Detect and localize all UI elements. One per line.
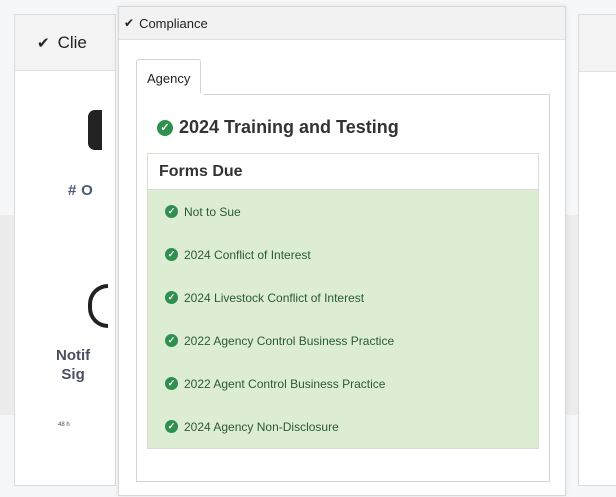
check-circle-icon: ✓ (165, 291, 178, 304)
tab-agency[interactable]: Agency (136, 59, 202, 95)
form-item-label: 2022 Agent Control Business Practice (184, 376, 386, 391)
background-right-panel (578, 14, 616, 486)
form-item-agent-control[interactable]: ✓ 2022 Agent Control Business Practice (148, 362, 538, 405)
check-circle-icon: ✓ (165, 248, 178, 261)
form-item-conflict-of-interest[interactable]: ✓ 2024 Conflict of Interest (148, 233, 538, 276)
check-circle-icon: ✓ (165, 205, 178, 218)
checkmark-icon: ✔ (124, 16, 135, 30)
form-item-not-to-sue[interactable]: ✓ Not to Sue (148, 190, 538, 233)
form-item-label: 2024 Livestock Conflict of Interest (184, 290, 365, 305)
check-circle-icon: ✓ (165, 334, 178, 347)
background-right-panel-header (579, 15, 616, 72)
background-stat-icon (88, 110, 102, 150)
modal-title: Compliance (139, 15, 208, 31)
form-item-livestock-conflict[interactable]: ✓ 2024 Livestock Conflict of Interest (148, 276, 538, 319)
check-circle-icon: ✓ (157, 119, 173, 136)
form-item-agency-control[interactable]: ✓ 2022 Agency Control Business Practice (148, 319, 538, 362)
forms-due-card: Forms Due ✓ Not to Sue ✓ 2024 Conflict o… (147, 153, 539, 449)
tab-bar: Agency (136, 59, 202, 95)
form-item-non-disclosure[interactable]: ✓ 2024 Agency Non-Disclosure (148, 405, 538, 448)
background-stat-label: # O (68, 182, 94, 199)
background-client-panel: ✔ Clie (14, 14, 116, 486)
background-notification-label: Notif Sig (56, 347, 91, 383)
form-item-label: Not to Sue (184, 204, 241, 219)
page: ✔ Clie # O Notif Sig 48 h ✔ Compliance A… (0, 0, 616, 497)
modal-header: ✔ Compliance (119, 7, 565, 40)
tab-joint (137, 93, 204, 95)
checkmark-icon: ✔ (37, 34, 50, 52)
background-band (0, 215, 14, 415)
section-title: ✓ 2024 Training and Testing (157, 117, 399, 138)
check-circle-icon: ✓ (165, 420, 178, 433)
background-panel-title: Clie (57, 32, 87, 52)
compliance-modal: ✔ Compliance Agency ✓ 2024 Training and … (118, 6, 566, 496)
forms-due-header: Forms Due (148, 154, 538, 190)
form-item-label: 2022 Agency Control Business Practice (184, 333, 395, 348)
form-item-label: 2024 Agency Non-Disclosure (184, 419, 339, 434)
section-title-text: 2024 Training and Testing (179, 117, 399, 137)
background-small-text: 48 h (58, 422, 70, 428)
forms-due-list: ✓ Not to Sue ✓ 2024 Conflict of Interest… (148, 190, 538, 448)
form-item-label: 2024 Conflict of Interest (184, 247, 311, 262)
check-circle-icon: ✓ (165, 377, 178, 390)
background-panel-header: ✔ Clie (15, 15, 115, 71)
